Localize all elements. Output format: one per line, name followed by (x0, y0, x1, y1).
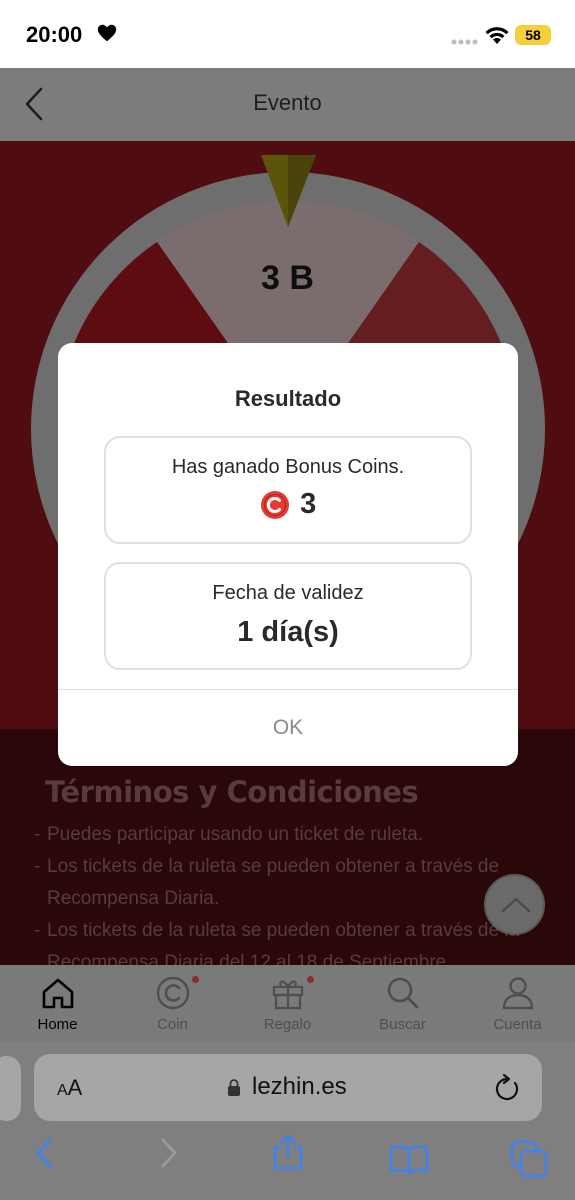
browser-forward-icon[interactable] (159, 1138, 179, 1168)
gift-icon (272, 980, 304, 1010)
validity-card: Fecha de validez 1 día(s) (104, 562, 472, 670)
reload-icon[interactable] (494, 1074, 520, 1102)
wifi-icon (485, 27, 509, 44)
tab-label: Cuenta (493, 1016, 542, 1033)
chevron-up-icon (501, 897, 531, 913)
app-header: Evento (0, 68, 575, 141)
share-icon[interactable] (272, 1134, 304, 1170)
text-size-label: A (57, 1082, 68, 1099)
coin-icon (156, 976, 190, 1010)
status-time: 20:00 (26, 22, 83, 47)
tab-account[interactable]: Cuenta (460, 965, 575, 1042)
prize-value-row: 3 (106, 488, 470, 521)
status-bar: 20:00 58 (0, 0, 575, 68)
tab-label: Home (37, 1016, 78, 1033)
tab-home[interactable]: Home (0, 965, 115, 1042)
result-dialog: Resultado Has ganado Bonus Coins. 3 Fech… (58, 343, 518, 766)
home-icon (42, 978, 74, 1009)
tab-label: Buscar (379, 1016, 426, 1033)
validity-caption: Fecha de validez (212, 582, 364, 604)
bottom-tab-bar: Home Coin Regalo Buscar Cuenta (0, 965, 575, 1042)
tab-gift[interactable]: Regalo (230, 965, 345, 1042)
tab-label: Coin (157, 1016, 188, 1033)
prize-value: 3 (300, 488, 317, 520)
tab-label: Regalo (263, 1016, 312, 1033)
bookmarks-icon[interactable] (389, 1144, 429, 1174)
account-icon (502, 977, 534, 1010)
prize-caption: Has ganado Bonus Coins. (171, 456, 405, 478)
ok-button[interactable]: OK (58, 690, 518, 766)
bonus-coin-icon (260, 490, 289, 519)
signal-icon (451, 39, 478, 45)
scroll-to-top-button[interactable] (484, 874, 545, 935)
browser-toolbar: AA lezhin.es (0, 1042, 575, 1200)
wheel-segment-label: 3 B (261, 259, 314, 297)
text-size-label-large: A (67, 1075, 83, 1100)
tab-search[interactable]: Buscar (345, 965, 460, 1042)
heart-icon (97, 24, 117, 42)
terms-list: Puedes participar usando un ticket de ru… (34, 819, 559, 965)
validity-value: 1 día(s) (237, 616, 339, 648)
tab-coin[interactable]: Coin (115, 965, 230, 1042)
prize-card: Has ganado Bonus Coins. 3 (104, 436, 472, 544)
previous-tab-preview[interactable] (0, 1056, 21, 1121)
notification-dot (192, 976, 199, 983)
lock-icon (228, 1079, 240, 1096)
notification-dot (307, 976, 314, 983)
battery-indicator: 58 (515, 25, 551, 45)
tabs-icon[interactable] (510, 1140, 548, 1178)
text-size-button[interactable]: AA (57, 1075, 82, 1101)
terms-item: Los tickets de la ruleta se pueden obten… (34, 851, 559, 915)
terms-item: Los tickets de la ruleta se pueden obten… (34, 915, 559, 965)
address-bar[interactable]: AA lezhin.es (34, 1054, 542, 1121)
terms-title: Términos y Condiciones (45, 775, 419, 809)
validity-value-row: 1 día(s) (106, 616, 470, 649)
terms-item: Puedes participar usando un ticket de ru… (34, 819, 559, 851)
dialog-title: Resultado (234, 386, 342, 411)
page-title: Evento (253, 90, 322, 115)
browser-back-icon[interactable] (34, 1138, 54, 1168)
url-text: lezhin.es (252, 1073, 347, 1100)
search-icon (387, 977, 419, 1009)
